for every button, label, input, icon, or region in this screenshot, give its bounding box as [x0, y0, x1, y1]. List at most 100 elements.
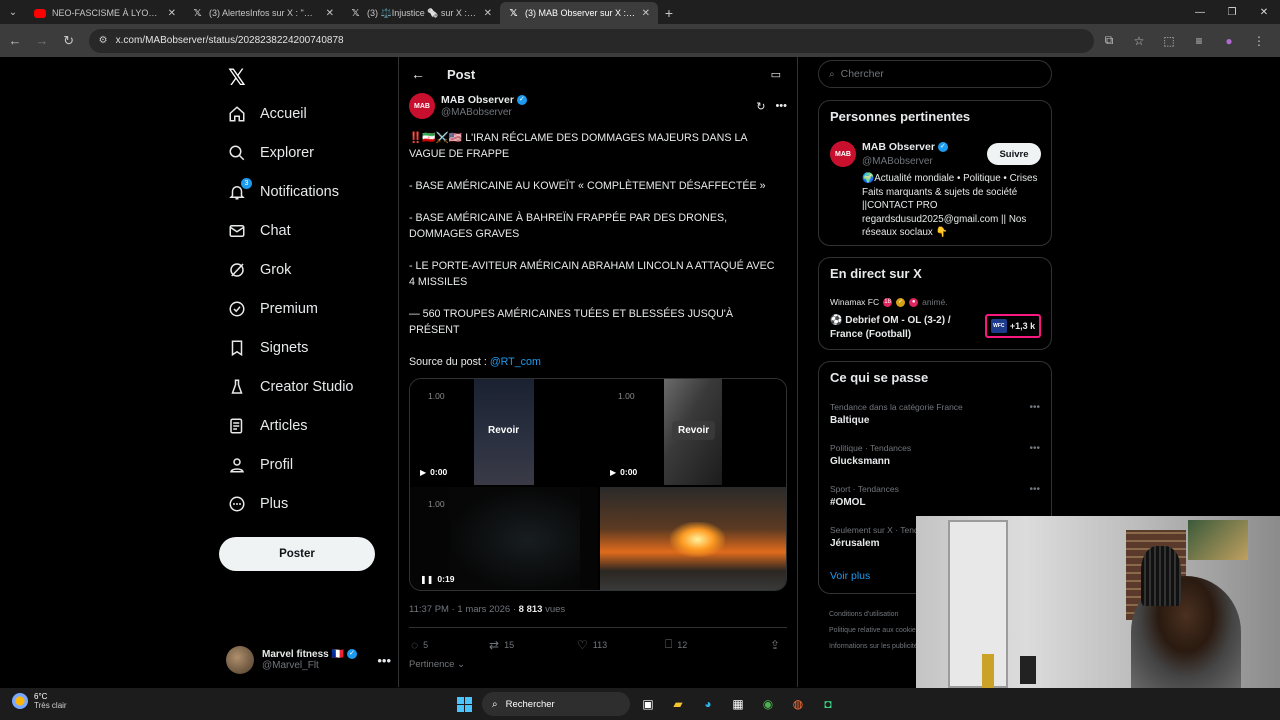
- nav-item-premium[interactable]: Premium: [228, 294, 318, 324]
- play-icon[interactable]: ▶: [610, 468, 616, 477]
- close-window-icon[interactable]: ✕: [1248, 0, 1280, 24]
- author-handle[interactable]: @MABobserver: [441, 107, 527, 118]
- more-dots-icon[interactable]: •••: [1029, 484, 1040, 495]
- show-more-link[interactable]: Voir plus: [830, 570, 870, 582]
- live-source[interactable]: Winamax FC 18 ✓ ● animé.: [830, 297, 948, 307]
- trend-item[interactable]: Tendance dans la catégorie France Baltiq…: [830, 402, 1040, 426]
- live-listeners-badge[interactable]: WFC +1,3 k: [985, 314, 1041, 338]
- nav-item-signets[interactable]: Signets: [228, 333, 308, 363]
- close-icon[interactable]: ✕: [326, 8, 334, 19]
- post-paragraph: - BASE AMÉRICAINE À BAHREÏN FRAPPÉE PAR …: [409, 212, 728, 240]
- sort-replies-dropdown[interactable]: Pertinence ⌄: [409, 659, 465, 670]
- close-icon[interactable]: ✕: [642, 8, 650, 19]
- video-1[interactable]: 1.00 Revoir ▶ 0:00: [410, 379, 598, 485]
- playback-speed: 1.00: [428, 499, 445, 509]
- media-controls-icon[interactable]: ≡: [1184, 33, 1214, 48]
- grok-explain-icon[interactable]: ↻: [756, 100, 765, 113]
- post-timestamp[interactable]: 11:37 PM · 1 mars 2026 ·: [409, 604, 519, 615]
- nav-item-creator-studio[interactable]: Creator Studio: [228, 372, 354, 402]
- browser-menu-icon[interactable]: ⋮: [1244, 33, 1274, 48]
- browser-tab-active[interactable]: 𝕏 (3) MAB Observer sur X : "‼️🇮🇷⚔️ ✕: [500, 2, 658, 24]
- post-button[interactable]: Poster: [219, 537, 375, 571]
- footer-link[interactable]: Conditions d'utilisation: [829, 607, 929, 623]
- edge-icon[interactable]: ◕: [696, 692, 720, 716]
- nav-item-explorer[interactable]: Explorer: [228, 138, 314, 168]
- search-placeholder: Chercher: [840, 68, 884, 80]
- nav-item-chat[interactable]: Chat: [228, 216, 291, 246]
- site-settings-icon[interactable]: ⚙: [99, 35, 108, 46]
- post-author: MAB MAB Observer ✓ @MABobserver ↻ •••: [409, 93, 789, 119]
- trend-item[interactable]: Sport · Tendances #OMOL •••: [830, 484, 1040, 508]
- store-icon[interactable]: ▦: [726, 692, 750, 716]
- pause-icon[interactable]: ❚❚: [420, 575, 433, 584]
- author-name[interactable]: MAB Observer: [441, 94, 514, 106]
- task-view-icon[interactable]: ▣: [636, 692, 660, 716]
- extensions-icon[interactable]: ⬚: [1154, 33, 1184, 48]
- more-dots-icon[interactable]: •••: [1029, 402, 1040, 413]
- video-3[interactable]: 1.00 ❚❚ 0:19: [410, 487, 598, 590]
- trend-item[interactable]: Politique · Tendances Glucksmann •••: [830, 443, 1040, 467]
- image-explosion[interactable]: [600, 487, 786, 590]
- bookmark-button[interactable]: ⎕ 12: [665, 637, 745, 652]
- maximize-icon[interactable]: ❐: [1216, 0, 1248, 24]
- x-logo-icon[interactable]: 𝕏: [228, 65, 246, 91]
- browser-tab[interactable]: NEO-FASCISME À LYON: L'E ✕: [26, 2, 184, 24]
- follow-button[interactable]: Suivre: [987, 143, 1041, 165]
- like-button[interactable]: ♡ 113: [577, 638, 665, 652]
- live-tag: animé.: [922, 297, 948, 307]
- reply-button[interactable]: ◌ 5: [411, 638, 489, 652]
- reader-mode-icon[interactable]: ▭: [771, 68, 781, 81]
- search-input[interactable]: ⌕ Chercher: [818, 60, 1052, 88]
- replay-button[interactable]: Revoir: [482, 421, 525, 440]
- source-link[interactable]: @RT_com: [490, 356, 541, 368]
- back-arrow-icon[interactable]: ←: [411, 66, 425, 82]
- firefox-icon[interactable]: ◍: [786, 692, 810, 716]
- video-2[interactable]: 1.00 Revoir ▶ 0:00: [600, 379, 786, 485]
- avatar: [226, 646, 254, 674]
- app-icon[interactable]: ◘: [816, 692, 840, 716]
- more-dots-icon[interactable]: •••: [775, 100, 787, 113]
- reload-icon[interactable]: ↻: [57, 29, 81, 53]
- person-name[interactable]: MAB Observer: [862, 141, 935, 153]
- person-handle[interactable]: @MABobserver: [862, 156, 933, 167]
- repost-count: 15: [504, 639, 515, 650]
- close-icon[interactable]: ✕: [484, 8, 492, 19]
- weather-widget[interactable]: 6°C Très clair: [12, 692, 67, 710]
- repost-button[interactable]: ⇄ 15: [489, 638, 577, 652]
- bookmark-star-icon[interactable]: ☆: [1124, 33, 1154, 48]
- nav-item-accueil[interactable]: Accueil: [228, 99, 307, 129]
- more-dots-icon[interactable]: •••: [377, 653, 391, 668]
- browser-tab[interactable]: 𝕏 (3) AlertesInfos sur X : "🚨 usu ✕: [184, 2, 342, 24]
- footer-link[interactable]: Informations sur les publicités: [829, 639, 929, 655]
- close-icon[interactable]: ✕: [168, 8, 176, 19]
- install-app-icon[interactable]: ⧉: [1094, 33, 1124, 48]
- new-tab-plus-icon[interactable]: +: [658, 2, 680, 24]
- taskbar-search[interactable]: ⌕ Rechercher: [482, 692, 630, 716]
- avatar[interactable]: MAB: [409, 93, 435, 119]
- reply-icon: ◌: [411, 637, 419, 652]
- browser-tab[interactable]: 𝕏 (3) ⚖️Injustice 🗞️ sur X : "FIN D ✕: [342, 2, 500, 24]
- profile-icon[interactable]: ●: [1214, 33, 1244, 48]
- forward-arrow-icon[interactable]: →: [30, 29, 54, 53]
- nav-item-articles[interactable]: Articles: [228, 411, 308, 441]
- play-icon[interactable]: ▶: [420, 468, 426, 477]
- share-button[interactable]: ⇪: [770, 638, 785, 652]
- account-switcher[interactable]: Marvel fitness 🇫🇷 ✓ @Marvel_Flt •••: [226, 642, 391, 678]
- nav-item-plus[interactable]: Plus: [228, 489, 288, 519]
- file-explorer-icon[interactable]: ▰: [666, 692, 690, 716]
- url-field[interactable]: ⚙ x.com/MABobserver/status/2028238224200…: [88, 28, 1094, 53]
- chrome-icon[interactable]: ◉: [756, 692, 780, 716]
- tab-search-chevron-icon[interactable]: ⌄: [0, 0, 26, 24]
- replay-button[interactable]: Revoir: [672, 421, 716, 440]
- nav-item-grok[interactable]: Grok: [228, 255, 291, 285]
- live-headline[interactable]: ⚽ Debrief OM - OL (3-2) / France (Footba…: [830, 314, 970, 341]
- nav-item-notifications[interactable]: 3 Notifications: [228, 177, 339, 207]
- nav-item-profil[interactable]: Profil: [228, 450, 293, 480]
- back-arrow-icon[interactable]: ←: [3, 29, 27, 53]
- footer-link[interactable]: Politique relative aux cookies: [829, 623, 929, 639]
- more-dots-icon[interactable]: •••: [1029, 443, 1040, 454]
- avatar[interactable]: MAB: [830, 141, 856, 167]
- card-title: En direct sur X: [830, 266, 922, 281]
- windows-start-icon[interactable]: [452, 692, 476, 716]
- minimize-icon[interactable]: —: [1184, 0, 1216, 24]
